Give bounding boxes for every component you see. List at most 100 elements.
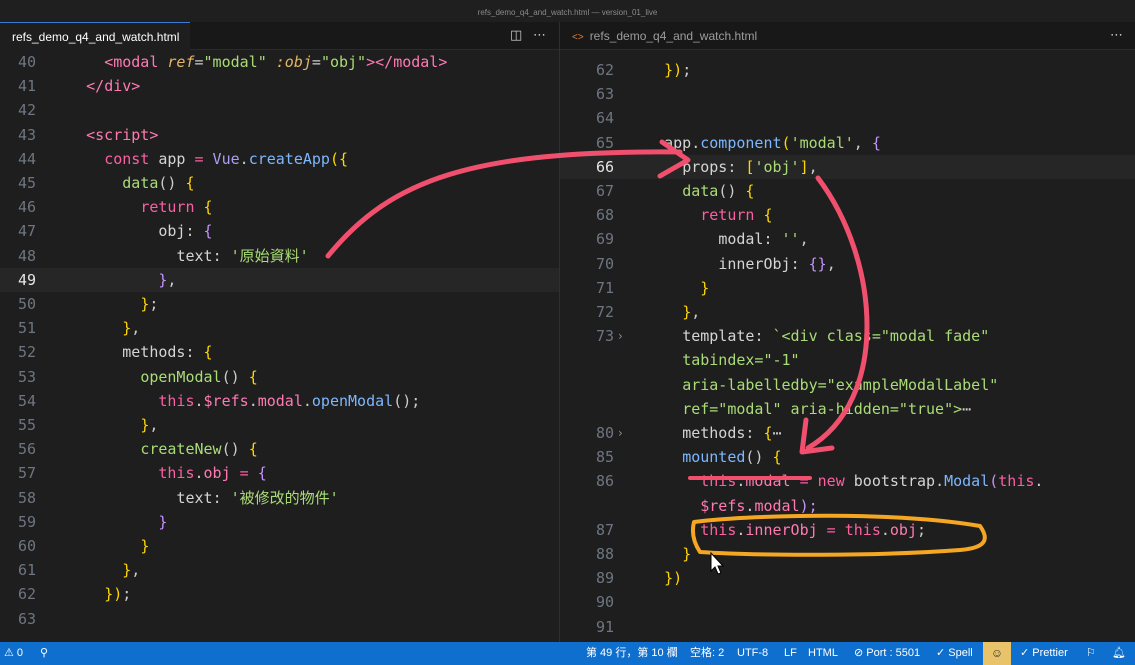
code-line[interactable]: 71 } bbox=[560, 276, 1135, 300]
code-text: data() { bbox=[628, 179, 754, 203]
code-line[interactable]: 52 methods: { bbox=[0, 340, 559, 364]
code-token: "modal" bbox=[203, 53, 267, 71]
code-token: , bbox=[149, 416, 159, 434]
code-line[interactable]: 41 </div> bbox=[0, 74, 559, 98]
code-line[interactable]: 47 obj: { bbox=[0, 219, 559, 243]
code-token: } bbox=[140, 295, 150, 313]
left-editor-tab[interactable]: refs_demo_q4_and_watch.html bbox=[0, 22, 190, 50]
code-line[interactable]: 68 return { bbox=[560, 203, 1135, 227]
line-number: 69 bbox=[595, 230, 614, 249]
code-line[interactable]: 51 }, bbox=[0, 316, 559, 340]
cursor-position[interactable]: 第 49 行，第 10 欄 bbox=[586, 642, 678, 665]
code-line[interactable]: 57 this.obj = { bbox=[0, 461, 559, 485]
code-line[interactable]: 69 modal: '', bbox=[560, 227, 1135, 251]
code-token: ({ bbox=[329, 149, 349, 168]
notifications-bell-icon[interactable]: 🔔︎ bbox=[1112, 642, 1126, 665]
code-token: ; bbox=[122, 585, 132, 604]
code-token: ( bbox=[781, 133, 791, 152]
code-line[interactable]: 42 bbox=[0, 98, 559, 122]
indentation-setting[interactable]: 空格: 2 bbox=[690, 642, 724, 665]
code-text: }, bbox=[50, 413, 158, 437]
prettier-status[interactable]: ✓ Prettier bbox=[1020, 642, 1068, 665]
code-line[interactable]: 72 }, bbox=[560, 300, 1135, 324]
code-line[interactable]: $refs.modal); bbox=[560, 494, 1135, 518]
right-editor-tab[interactable]: <> refs_demo_q4_and_watch.html bbox=[560, 22, 785, 50]
code-line[interactable]: 61 }, bbox=[0, 558, 559, 582]
problems-indicator[interactable]: ⚠ 0 bbox=[4, 642, 23, 665]
code-line[interactable]: 48 text: '原始資料' bbox=[0, 244, 559, 268]
code-line[interactable]: 49 }, bbox=[0, 267, 559, 292]
code-line[interactable]: 66 props: ['obj'], bbox=[560, 154, 1135, 179]
code-line[interactable]: 67 data() { bbox=[560, 179, 1135, 203]
code-line[interactable]: 87 this.innerObj = this.obj; bbox=[560, 518, 1135, 542]
code-line[interactable]: 55 }, bbox=[0, 413, 559, 437]
split-editor-icon[interactable]: ◫ bbox=[510, 22, 522, 50]
code-line[interactable]: 44 const app = Vue.createApp({ bbox=[0, 147, 559, 171]
code-token: innerObj bbox=[745, 520, 818, 539]
code-token: return bbox=[700, 206, 755, 225]
line-number: 55 bbox=[17, 416, 36, 434]
code-line[interactable]: 62 }); bbox=[560, 58, 1135, 82]
code-line[interactable]: 60 } bbox=[0, 534, 559, 558]
code-line[interactable]: 59 } bbox=[0, 510, 559, 534]
code-token: obj bbox=[203, 464, 231, 483]
code-token: { bbox=[203, 343, 213, 362]
code-token: this bbox=[158, 391, 195, 410]
more-actions-icon-right[interactable]: ⋯ bbox=[1110, 22, 1123, 50]
code-line[interactable]: tabindex="-1" bbox=[560, 348, 1135, 372]
fold-chevron-icon[interactable]: › bbox=[618, 421, 623, 445]
more-actions-icon[interactable]: ⋯ bbox=[533, 22, 546, 50]
feedback-icon[interactable]: ⚐ bbox=[1086, 642, 1096, 665]
left-editor[interactable]: 40 <modal ref="modal" :obj="obj"></modal… bbox=[0, 50, 559, 642]
code-line[interactable]: 80 › methods: {⋯ bbox=[560, 421, 1135, 445]
code-line[interactable]: 58 text: '被修改的物件' bbox=[0, 486, 559, 510]
code-token: : bbox=[790, 254, 809, 273]
code-token: < bbox=[104, 53, 114, 71]
code-line[interactable]: 90 bbox=[560, 590, 1135, 614]
copilot-icon[interactable]: ☺ bbox=[983, 642, 1011, 665]
code-line[interactable]: 91 bbox=[560, 615, 1135, 639]
code-line[interactable]: 53 openModal() { bbox=[0, 365, 559, 389]
code-line[interactable]: 46 return { bbox=[0, 195, 559, 219]
code-token: ; bbox=[917, 520, 927, 539]
code-line[interactable]: 63 bbox=[0, 607, 559, 631]
language-mode[interactable]: HTML bbox=[808, 642, 838, 665]
live-server-port[interactable]: ⊘ Port : 5501 bbox=[854, 642, 920, 665]
live-share-icon[interactable]: ⚲ bbox=[40, 642, 48, 665]
code-line[interactable]: 65 app.component('modal', { bbox=[560, 131, 1135, 155]
encoding-setting[interactable]: UTF-8 bbox=[737, 642, 768, 665]
code-line[interactable]: 63 bbox=[560, 82, 1135, 106]
code-token: "obj" bbox=[320, 53, 367, 71]
code-line[interactable]: 40 <modal ref="modal" :obj="obj"></modal… bbox=[0, 50, 559, 74]
code-token: : bbox=[185, 343, 204, 362]
code-token: { bbox=[194, 198, 213, 217]
code-line[interactable]: 88 } bbox=[560, 542, 1135, 566]
code-line[interactable]: 89 }) bbox=[560, 566, 1135, 590]
code-token: modal bbox=[393, 53, 439, 71]
code-line[interactable]: 62 }); bbox=[0, 582, 559, 606]
code-line[interactable]: 85 mounted() { bbox=[560, 445, 1135, 469]
code-token: () bbox=[745, 448, 773, 467]
code-line[interactable]: 50 }; bbox=[0, 292, 559, 316]
code-line[interactable]: 56 createNew() { bbox=[0, 437, 559, 461]
code-line[interactable]: 43 <script> bbox=[0, 123, 559, 147]
code-token: methods bbox=[682, 424, 746, 442]
code-line[interactable]: 64 bbox=[560, 106, 1135, 130]
code-line[interactable]: 73 › template: `<div class="modal fade" bbox=[560, 324, 1135, 348]
fold-chevron-icon[interactable]: › bbox=[618, 324, 623, 348]
code-line[interactable]: 86 this.modal = new bootstrap.Modal(this… bbox=[560, 469, 1135, 493]
eol-setting[interactable]: LF bbox=[784, 642, 797, 665]
spell-checker[interactable]: ✓ Spell bbox=[936, 642, 973, 665]
code-line[interactable]: ref="modal" aria-hidden="true">⋯ bbox=[560, 397, 1135, 421]
right-editor[interactable]: 62 }); 63 64 65 app.component('modal', {66 … bbox=[560, 50, 1135, 642]
code-text: app.component('modal', { bbox=[628, 131, 881, 155]
code-text: }, bbox=[50, 558, 140, 582]
code-line[interactable]: 45 data() { bbox=[0, 171, 559, 195]
code-line[interactable]: 70 innerObj: {}, bbox=[560, 252, 1135, 276]
code-line[interactable]: aria-labelledby="exampleModalLabel" bbox=[560, 373, 1135, 397]
line-number: 54 bbox=[17, 391, 36, 410]
code-line[interactable]: 54 this.$refs.modal.openModal(); bbox=[0, 389, 559, 413]
